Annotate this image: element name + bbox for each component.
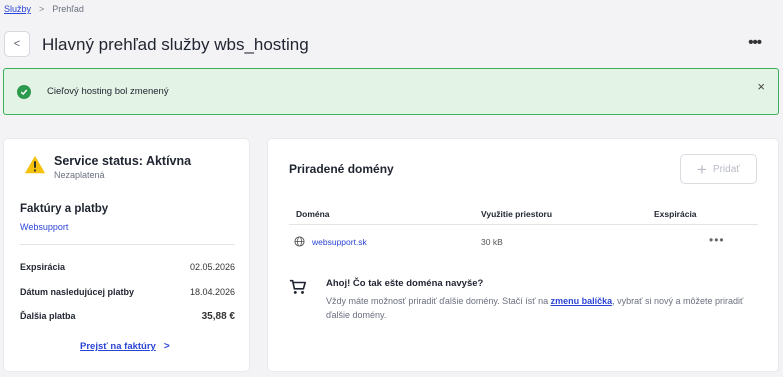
cart-icon — [289, 279, 307, 294]
alert-message: Cieľový hosting bol zmenený — [47, 86, 169, 97]
chevron-left-icon: < — [13, 38, 21, 50]
add-domain-button[interactable]: + Pridať — [680, 154, 757, 184]
service-card: Service status: Aktívna Nezaplatená Fakt… — [3, 138, 250, 372]
status-title: Service status: Aktívna — [54, 154, 192, 168]
billing-row-next-payment-date: Dátum nasledujúcej platby 18.04.2026 — [20, 287, 235, 297]
billing-row-label: Dátum nasledujúcej platby — [20, 287, 135, 297]
success-alert: Cieľový hosting bol zmenený × — [3, 68, 779, 115]
globe-icon — [294, 236, 305, 247]
billing-row-label: Ďalšia platba — [20, 311, 76, 321]
promo-title: Ahoj! Čo tak ešte doména navyše? — [326, 278, 484, 289]
billing-row-value: 18.04.2026 — [189, 287, 235, 297]
domain-usage: 30 kB — [481, 237, 503, 247]
back-button[interactable]: < — [4, 31, 30, 57]
column-header-usage: Využitie priestoru — [481, 209, 553, 219]
breadcrumb-separator: > — [39, 4, 45, 14]
domain-link[interactable]: websupport.sk — [312, 237, 367, 247]
page-title: Hlavný prehľad služby wbs_hosting — [42, 35, 309, 54]
check-circle-icon — [17, 85, 31, 99]
promo-text: Vždy máte možnosť priradiť ďalšie domény… — [326, 294, 766, 322]
column-header-expiry: Exspirácia — [654, 209, 697, 219]
table-divider — [289, 224, 758, 225]
billing-row-value: 02.05.2026 — [189, 262, 235, 272]
add-domain-label: Pridať — [712, 163, 741, 175]
chevron-right-icon: > — [163, 341, 170, 352]
row-more-icon[interactable]: ••• — [709, 233, 725, 247]
breadcrumb-current: Prehľad — [52, 4, 84, 14]
change-package-link[interactable]: zmenu balíčka — [551, 296, 613, 306]
billing-title: Faktúry a platby — [20, 203, 109, 215]
billing-row-expiry: Expsirácia 02.05.2026 — [20, 262, 235, 272]
goto-invoices: Prejsť na faktúry > — [80, 341, 170, 352]
status-subtitle: Nezaplatená — [54, 170, 105, 180]
service-status: Service status: Aktívna Nezaplatená — [24, 154, 191, 180]
warning-icon — [24, 155, 46, 174]
more-options-icon[interactable]: ••• — [748, 34, 762, 51]
divider — [20, 244, 235, 245]
breadcrumb: Služby > Prehľad — [4, 4, 84, 14]
billing-row-value: 35,88 € — [201, 311, 235, 322]
breadcrumb-link-services[interactable]: Služby — [4, 4, 31, 14]
column-header-domain: Doména — [296, 209, 330, 219]
domains-title: Priradené domény — [289, 162, 394, 176]
promo-text-start: Vždy máte možnosť priradiť ďalšie domény… — [326, 296, 551, 306]
domains-card: Priradené domény + Pridať Doména Využiti… — [267, 138, 779, 372]
billing-row-next-payment: Ďalšia platba 35,88 € — [20, 311, 235, 322]
billing-row-label: Expsirácia — [20, 262, 66, 272]
plus-icon: + — [696, 159, 707, 179]
close-icon[interactable]: × — [757, 79, 765, 94]
goto-invoices-link[interactable]: Prejsť na faktúry — [80, 341, 156, 352]
billing-provider-link[interactable]: Websupport — [20, 222, 68, 232]
